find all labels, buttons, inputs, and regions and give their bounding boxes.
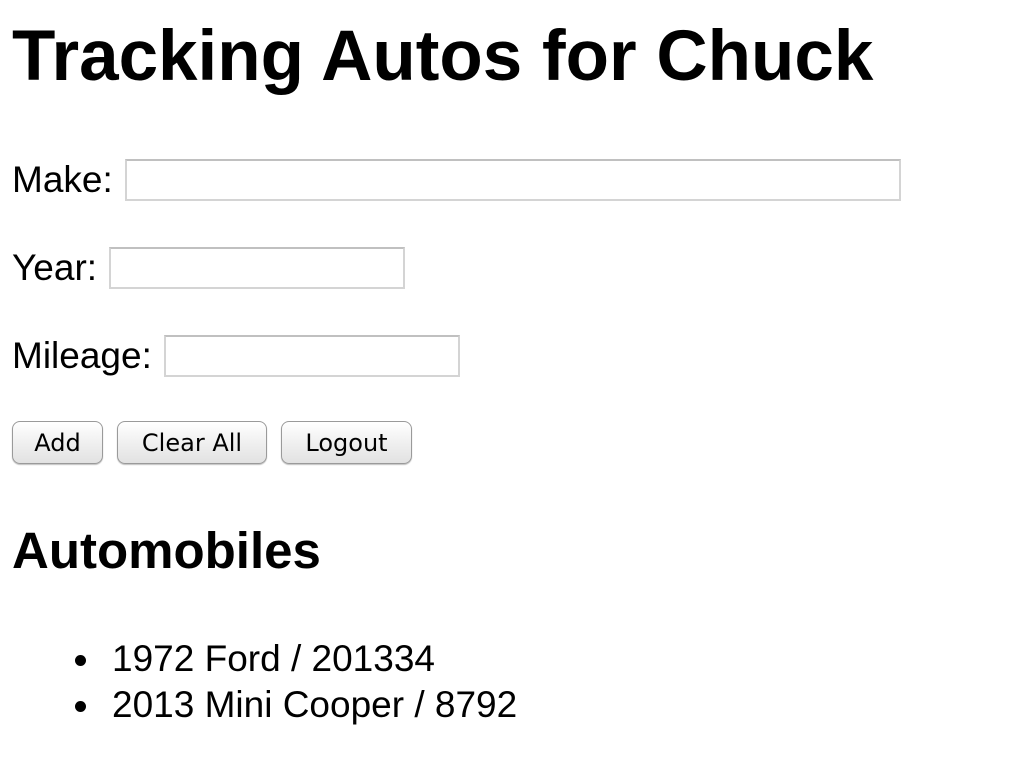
mileage-row: Mileage: — [12, 333, 460, 379]
list-item: 1972 Ford / 201334 — [74, 636, 517, 682]
make-label: Make: — [12, 159, 113, 200]
list-item: 2013 Mini Cooper / 8792 — [74, 682, 517, 728]
form-buttons: Add Clear All Logout — [12, 421, 412, 464]
logout-button[interactable]: Logout — [281, 421, 412, 464]
year-label: Year: — [12, 247, 98, 288]
make-input[interactable] — [124, 159, 901, 201]
add-button[interactable]: Add — [12, 421, 103, 464]
page-title: Tracking Autos for Chuck — [12, 17, 874, 96]
clear-all-button[interactable]: Clear All — [117, 421, 267, 464]
mileage-input[interactable] — [163, 335, 460, 377]
year-input[interactable] — [109, 247, 406, 289]
make-row: Make: — [12, 157, 901, 203]
automobiles-list: 1972 Ford / 201334 2013 Mini Cooper / 87… — [12, 636, 517, 728]
mileage-label: Mileage: — [12, 335, 152, 376]
automobiles-heading: Automobiles — [12, 522, 321, 579]
year-row: Year: — [12, 245, 406, 291]
